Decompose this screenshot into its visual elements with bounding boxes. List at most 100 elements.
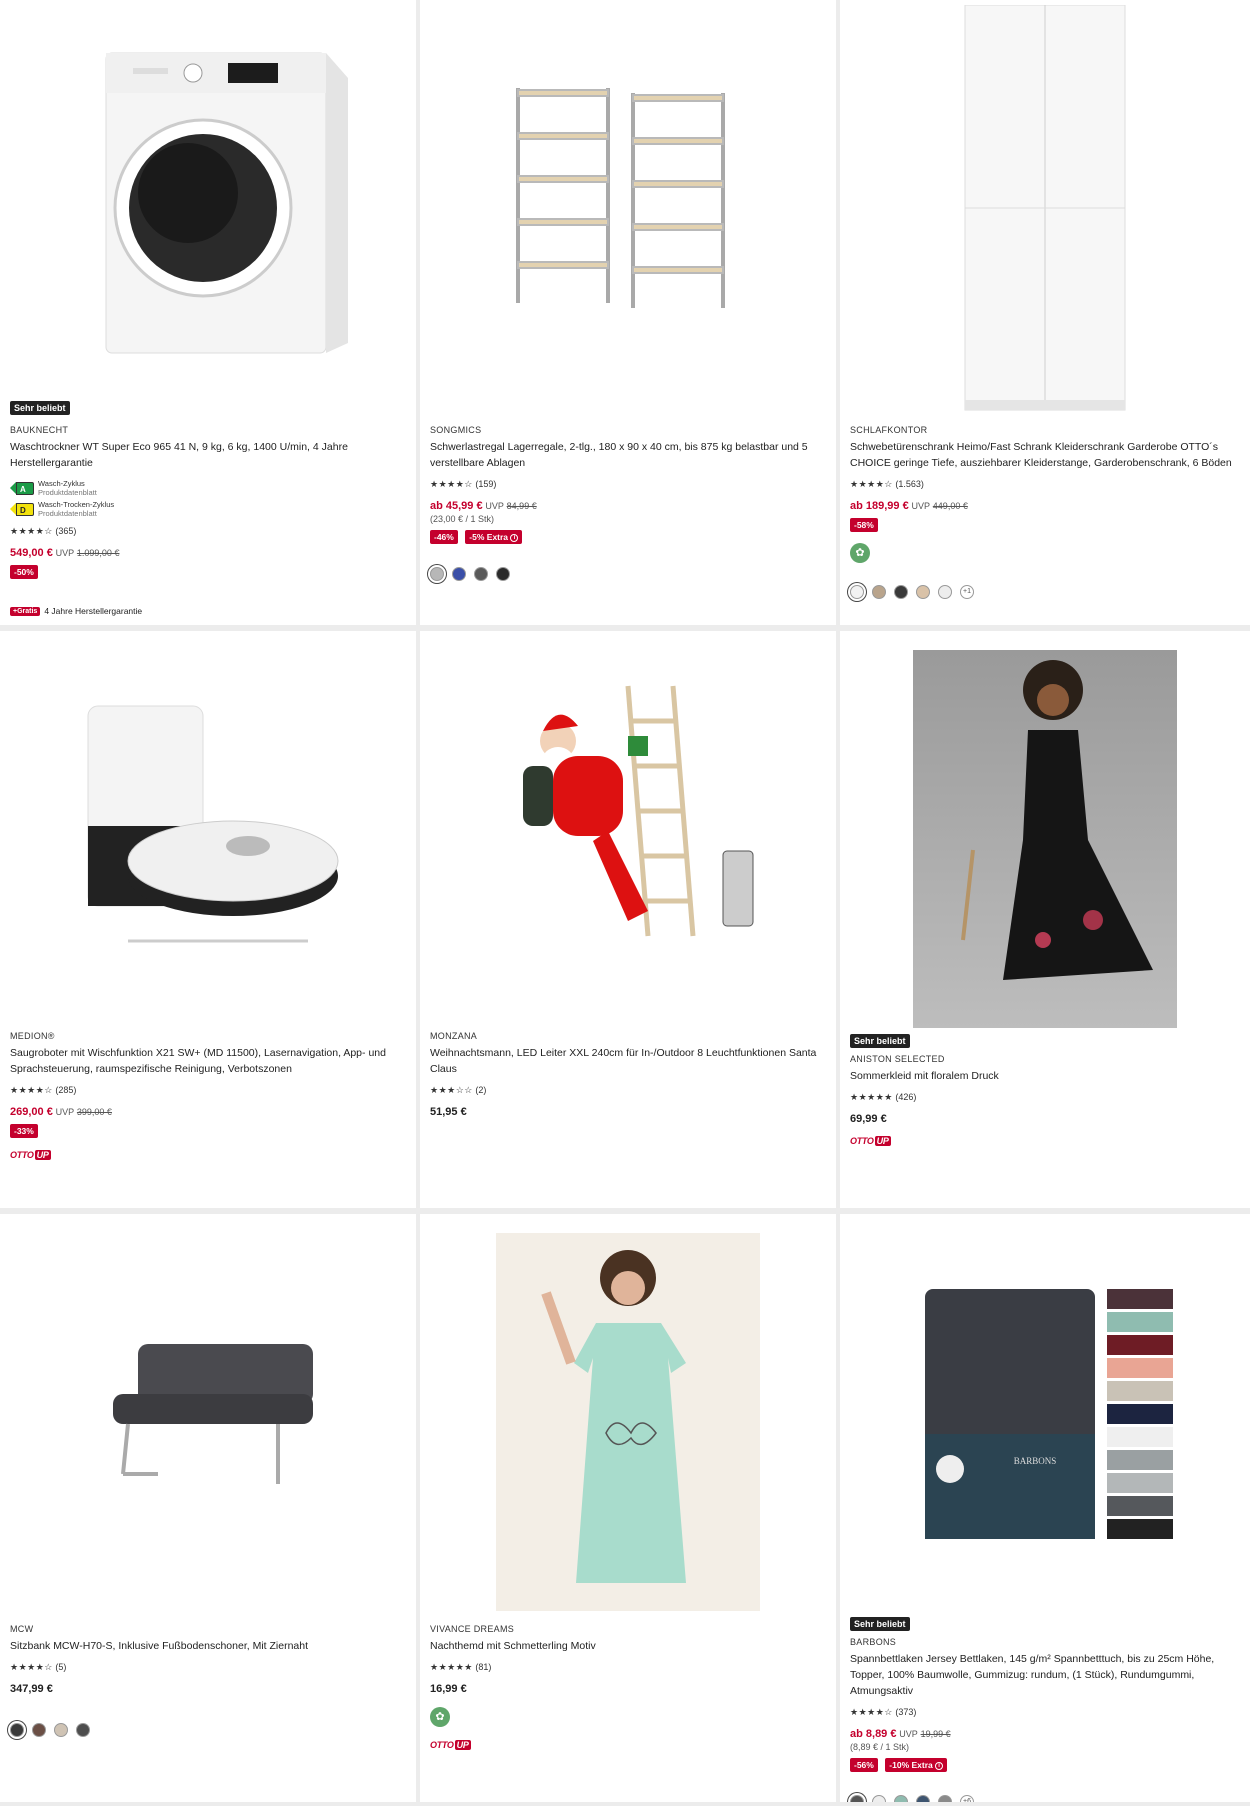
price-row: 347,99 € (10, 1683, 410, 1695)
product-card[interactable]: MCW Sitzbank MCW-H70-S, Inklusive Fußbod… (0, 1214, 416, 1802)
color-swatch[interactable] (452, 567, 466, 581)
product-card[interactable]: MONZANA Weihnachtsmann, LED Leiter XXL 2… (420, 631, 836, 1208)
product-title[interactable]: Saugroboter mit Wischfunktion X21 SW+ (M… (10, 1045, 410, 1077)
star-icons: ★★★★★ (430, 1662, 473, 1672)
product-card[interactable]: MEDION® Saugroboter mit Wischfunktion X2… (0, 631, 416, 1208)
product-image[interactable] (420, 0, 836, 395)
popular-badge: Sehr beliebt (850, 1617, 910, 1631)
discount-badge: -58% (850, 518, 878, 532)
brand-name: VIVANCE DREAMS (430, 1624, 515, 1634)
star-icons: ★★★★☆ (850, 1707, 893, 1717)
price-row: ab 45,99 € UVP 84,99 € (430, 500, 537, 512)
price: 347,99 € (10, 1683, 53, 1695)
discount-badge: -46% (430, 530, 458, 544)
otto-up-logo: OTTO UP (10, 1150, 51, 1160)
color-swatch[interactable] (872, 585, 886, 599)
star-icons: ★★★★☆ (430, 479, 473, 489)
price-row: ab 8,89 € UVP 19,99 € (850, 1728, 951, 1740)
color-swatch[interactable] (938, 1795, 952, 1802)
rating: ★★★☆☆ (2) (430, 1085, 487, 1095)
unit-price: (23,00 € / 1 Stk) (430, 514, 495, 524)
more-colors[interactable]: +6 (960, 1795, 974, 1802)
product-image[interactable] (840, 650, 1250, 1028)
brand-name: BARBONS (850, 1637, 897, 1647)
product-image[interactable] (0, 631, 416, 1021)
product-image[interactable] (0, 1214, 416, 1614)
product-image[interactable]: BARBONS (840, 1214, 1250, 1614)
color-swatch[interactable] (872, 1795, 886, 1802)
product-image[interactable] (420, 631, 836, 1021)
discount-badge: -50% (10, 565, 38, 579)
color-swatch[interactable] (938, 585, 952, 599)
rating: ★★★★☆ (5) (10, 1662, 67, 1672)
rating: ★★★★★ (426) (850, 1092, 917, 1102)
color-swatches: +6 (850, 1795, 1244, 1802)
sustainability-icon[interactable]: ✿ (850, 543, 870, 563)
color-swatch[interactable] (54, 1723, 68, 1737)
color-swatch[interactable] (850, 1795, 864, 1802)
rating: ★★★★☆ (373) (850, 1707, 917, 1717)
color-swatch[interactable] (32, 1723, 46, 1737)
color-swatch[interactable] (430, 567, 444, 581)
color-swatch[interactable] (916, 1795, 930, 1802)
sustainability-icon[interactable]: ✿ (430, 1707, 450, 1727)
price: 269,00 € (10, 1106, 53, 1118)
product-card[interactable]: Sehr beliebt BAUKNECHT Waschtrockner WT … (0, 0, 416, 625)
price-row: ab 189,99 € UVP 449,00 € (850, 500, 968, 512)
old-price: 1.099,00 € (76, 548, 120, 558)
product-title[interactable]: Waschtrockner WT Super Eco 965 41 N, 9 k… (10, 439, 410, 471)
star-icons: ★★★★☆ (850, 479, 893, 489)
color-swatch[interactable] (894, 585, 908, 599)
extra-discount-badge[interactable]: -5% Extra i (465, 530, 523, 544)
product-title[interactable]: Sommerkleid mit floralem Druck (850, 1068, 1244, 1084)
product-card[interactable]: VIVANCE DREAMS Nachthemd mit Schmetterli… (420, 1214, 836, 1802)
price-row: 269,00 € UVP 399,00 € (10, 1106, 112, 1118)
color-swatch[interactable] (894, 1795, 908, 1802)
product-title[interactable]: Sitzbank MCW-H70-S, Inklusive Fußbodensc… (10, 1638, 410, 1654)
product-card[interactable]: SONGMICS Schwerlastregal Lagerregale, 2-… (420, 0, 836, 625)
color-swatches: +1 (850, 585, 1244, 599)
rating: ★★★★★ (81) (430, 1662, 492, 1672)
color-swatches (430, 567, 830, 581)
color-swatch[interactable] (10, 1723, 24, 1737)
extra-discount-badge[interactable]: -10% Extra i (885, 1758, 948, 1772)
price: 51,95 € (430, 1106, 467, 1118)
color-swatch[interactable] (474, 567, 488, 581)
brand-name: MCW (10, 1624, 34, 1634)
product-title[interactable]: Weihnachtsmann, LED Leiter XXL 240cm für… (430, 1045, 830, 1077)
otto-up-logo: OTTO UP (850, 1136, 891, 1146)
more-colors[interactable]: +1 (960, 585, 974, 599)
product-title[interactable]: Schwebetürenschrank Heimo/Fast Schrank K… (850, 439, 1244, 471)
price-row: 69,99 € (850, 1113, 1244, 1125)
brand-name: SONGMICS (430, 425, 482, 435)
product-title[interactable]: Nachthemd mit Schmetterling Motiv (430, 1638, 830, 1654)
product-title[interactable]: Spannbettlaken Jersey Bettlaken, 145 g/m… (850, 1651, 1244, 1699)
price-row: 51,95 € (430, 1106, 830, 1118)
rating: ★★★★☆ (1.563) (850, 479, 924, 489)
star-icons: ★★★★★ (850, 1092, 893, 1102)
price: ab 45,99 € (430, 500, 483, 512)
product-card[interactable]: Sehr beliebt ANISTON SELECTED Sommerklei… (840, 631, 1250, 1208)
price: 69,99 € (850, 1113, 887, 1125)
color-swatch[interactable] (496, 567, 510, 581)
popular-badge: Sehr beliebt (850, 1034, 910, 1048)
color-swatch[interactable] (850, 585, 864, 599)
energy-label-wash-dry[interactable]: D Wasch-Trocken-Zyklus Produktdatenblatt (10, 500, 410, 518)
energy-label-wash[interactable]: A Wasch-Zyklus Produktdatenblatt (10, 479, 410, 497)
star-icons: ★★★☆☆ (430, 1085, 473, 1095)
old-price: 449,00 € (932, 501, 968, 511)
product-image[interactable] (840, 0, 1250, 420)
product-image[interactable] (420, 1233, 836, 1611)
product-title[interactable]: Schwerlastregal Lagerregale, 2-tlg., 180… (430, 439, 830, 471)
info-icon: i (935, 1761, 944, 1770)
product-card[interactable]: BARBONS Sehr beliebt BARBONS Spannbettla… (840, 1214, 1250, 1802)
product-card[interactable]: SCHLAFKONTOR Schwebetürenschrank Heimo/F… (840, 0, 1250, 625)
star-icons: ★★★★☆ (10, 526, 53, 536)
product-image[interactable] (0, 0, 416, 395)
discount-badge: -56% (850, 1758, 878, 1772)
product-grid: Sehr beliebt BAUKNECHT Waschtrockner WT … (0, 0, 1250, 1806)
brand-name: SCHLAFKONTOR (850, 425, 928, 435)
color-swatch[interactable] (76, 1723, 90, 1737)
color-swatch[interactable] (916, 585, 930, 599)
discount-badge: -33% (10, 1124, 38, 1138)
